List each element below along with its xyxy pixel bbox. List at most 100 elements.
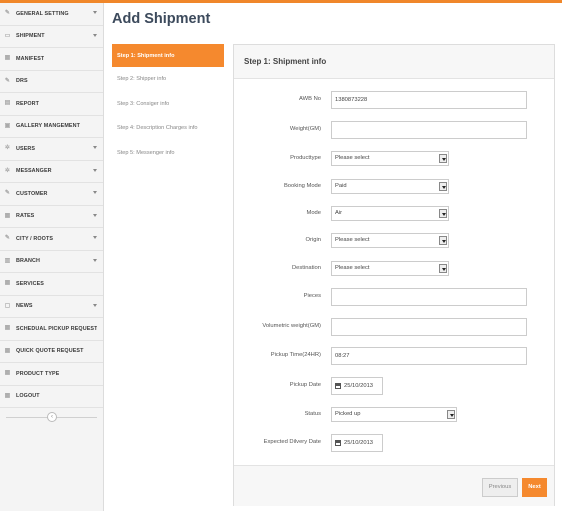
pencil-icon: ✎ — [4, 77, 11, 84]
grid-icon: ▦ — [4, 55, 11, 62]
sidebar-item-label: CITY / ROOTS — [16, 235, 54, 242]
shipment-icon: ▭ — [4, 32, 11, 39]
sidebar-item-services[interactable]: ▦ SERVICES — [0, 273, 103, 296]
pencil-icon: ✎ — [4, 190, 11, 197]
form-row-mode: Mode Air — [234, 205, 554, 223]
grid-icon: ▦ — [4, 392, 11, 399]
volumetric-input[interactable] — [331, 318, 527, 336]
sidebar-item-schedual-pickup-request[interactable]: ▦ SCHEDUAL PICKUP REQUEST — [0, 318, 103, 341]
calendar-icon — [335, 440, 341, 446]
grid-icon: ▦ — [4, 280, 11, 287]
sidebar-item-product-type[interactable]: ▦ PRODUCT TYPE — [0, 363, 103, 386]
sidebar-item-messanger[interactable]: ✲ MESSANGER — [0, 161, 103, 183]
sidebar-item-label: NEWS — [16, 303, 33, 310]
sidebar-item-label: RATES — [16, 213, 35, 220]
form-row-volumetric: Volumetric weight(GM) — [234, 318, 554, 336]
page-title: Add Shipment — [112, 11, 211, 27]
chevron-down-icon — [93, 11, 97, 14]
sidebar-item-city-roots[interactable]: ✎ CITY / ROOTS — [0, 228, 103, 251]
chevron-down-icon — [93, 213, 97, 217]
sidebar-item-users[interactable]: ✲ USERS — [0, 138, 103, 161]
grid-icon: ▦ — [4, 325, 11, 332]
sidebar-item-shipment[interactable]: ▭ SHIPMENT — [0, 26, 103, 48]
sidebar-item-report[interactable]: ▤ REPORT — [0, 93, 103, 116]
step-5[interactable]: Step 5: Messenger info — [112, 141, 224, 166]
panel-title: Step 1: Shipment info — [234, 45, 554, 79]
form-row-origin: Origin Please select — [234, 232, 554, 250]
form-row-producttype: Producttype Please select — [234, 150, 554, 168]
next-button[interactable]: Next — [522, 478, 547, 497]
destination-label: Destination — [291, 265, 321, 271]
grid-icon: ▦ — [4, 212, 11, 219]
collapse-sidebar-button[interactable]: ‹ — [47, 412, 57, 422]
pieces-input[interactable] — [331, 288, 527, 306]
sidebar-item-customer[interactable]: ✎ CUSTOMER — [0, 183, 103, 206]
chevron-down-icon — [439, 154, 447, 163]
sidebar-item-logout[interactable]: ▦ LOGOUT — [0, 386, 103, 408]
chevron-down-icon — [439, 182, 447, 191]
form-row-weight: Weight(GM) — [234, 121, 554, 139]
grid-icon: ▦ — [4, 370, 11, 377]
chevron-down-icon — [439, 264, 447, 273]
mode-label: Mode — [306, 210, 321, 216]
sidebar-item-branch[interactable]: ▥ BRANCH — [0, 251, 103, 273]
grid-icon: ▦ — [4, 347, 11, 354]
sidebar-item-label: BRANCH — [16, 258, 40, 265]
sidebar-item-label: GALLERY MANGEMENT — [16, 123, 80, 130]
previous-button[interactable]: Previous — [482, 478, 518, 497]
chevron-down-icon — [93, 303, 97, 307]
expected-date-input[interactable]: 25/10/2013 — [331, 434, 383, 452]
sidebar-item-quick-quote-request[interactable]: ▦ QUICK QUOTE REQUEST — [0, 341, 103, 363]
sidebar-item-news[interactable]: ▢ NEWS — [0, 296, 103, 318]
sidebar-item-label: MESSANGER — [16, 168, 52, 175]
sidebar-item-manifest[interactable]: ▦ MANIFEST — [0, 48, 103, 71]
step-3[interactable]: Step 3: Consiger info — [112, 92, 224, 117]
panel-footer: Previous Next — [234, 465, 554, 506]
producttype-select[interactable]: Please select — [331, 151, 449, 166]
sidebar-item-label: MANIFEST — [16, 55, 45, 62]
sidebar-item-general-setting[interactable]: ✎ GENERAL SETTING — [0, 3, 103, 26]
pickup-time-input[interactable]: 08:27 — [331, 347, 527, 365]
sidebar-item-label: SCHEDUAL PICKUP REQUEST — [16, 325, 98, 332]
step-2[interactable]: Step 2: Shipper info — [112, 67, 224, 92]
pickup-time-label: Pickup Time(24HR) — [270, 352, 321, 358]
mode-select[interactable]: Air — [331, 206, 449, 221]
form-row-awb: AWB No 1380873228 — [234, 91, 554, 109]
origin-select[interactable]: Please select — [331, 233, 449, 248]
news-icon: ▢ — [4, 302, 11, 309]
sidebar-item-label: QUICK QUOTE REQUEST — [16, 348, 84, 355]
sidebar-item-label: LOGOUT — [16, 393, 40, 400]
booking-mode-label: Booking Mode — [283, 183, 321, 189]
pencil-icon: ✎ — [4, 235, 11, 242]
booking-mode-value: Paid — [335, 183, 347, 189]
awb-input[interactable]: 1380873228 — [331, 91, 527, 109]
step-4[interactable]: Step 4: Description Charges info — [112, 116, 224, 141]
origin-value: Please select — [335, 237, 370, 243]
sidebar-nav: ✎ GENERAL SETTING ▭ SHIPMENT ▦ MANIFEST ✎ DRS ▤ R… — [0, 3, 103, 408]
sidebar-item-rates[interactable]: ▦ RATES — [0, 206, 103, 228]
branch-icon: ▥ — [4, 257, 11, 264]
chevron-down-icon — [93, 258, 97, 262]
sidebar-item-label: USERS — [16, 145, 36, 152]
sidebar-item-label: PRODUCT TYPE — [16, 370, 60, 377]
pencil-icon: ✎ — [4, 10, 11, 17]
destination-select[interactable]: Please select — [331, 261, 449, 276]
producttype-value: Please select — [335, 155, 370, 161]
calendar-icon — [335, 383, 341, 389]
chevron-down-icon — [93, 191, 97, 194]
sidebar-item-drs[interactable]: ✎ DRS — [0, 71, 103, 93]
sidebar-item-gallery-mangement[interactable]: ▣ GALLERY MANGEMENT — [0, 116, 103, 138]
chevron-down-icon — [447, 410, 455, 419]
step-1[interactable]: Step 1: Shipment info — [112, 44, 224, 67]
booking-mode-select[interactable]: Paid — [331, 179, 449, 194]
sidebar: ✎ GENERAL SETTING ▭ SHIPMENT ▦ MANIFEST ✎ DRS ▤ R… — [0, 3, 104, 511]
weight-input[interactable] — [331, 121, 527, 139]
status-label: Status — [304, 411, 321, 417]
pickup-date-label: Pickup Date — [289, 382, 321, 388]
status-select[interactable]: Picked up — [331, 407, 457, 422]
pickup-date-input[interactable]: 25/10/2013 — [331, 377, 383, 395]
chevron-down-icon — [93, 146, 97, 149]
pieces-label: Pieces — [303, 293, 321, 299]
weight-label: Weight(GM) — [289, 126, 321, 132]
sidebar-item-label: REPORT — [16, 100, 40, 107]
